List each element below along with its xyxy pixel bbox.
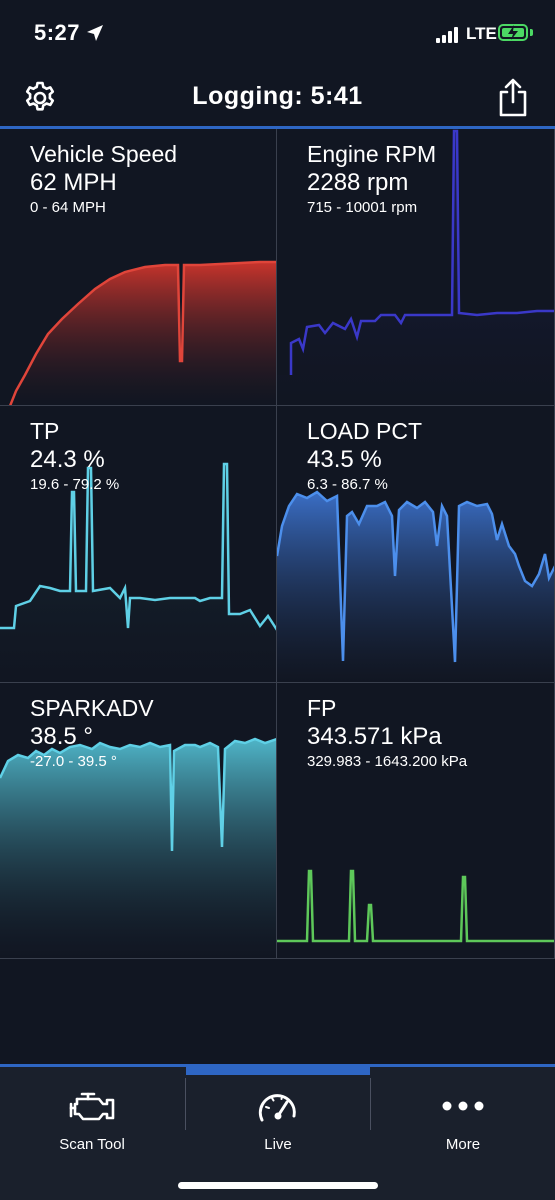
gauge-value: 43.5 % [307, 446, 382, 473]
tab-label: More [445, 1136, 481, 1153]
gauge-grid: Vehicle Speed 62 MPH 0 - 64 MPH Engine R… [0, 129, 555, 959]
gauge-tp[interactable]: TP 24.3 % 19.6 - 79.2 % [0, 406, 277, 683]
home-indicator [178, 1182, 378, 1189]
charging-bolt-icon [508, 25, 518, 40]
gauge-value: 2288 rpm [307, 169, 409, 196]
gauge-icon [258, 1094, 296, 1122]
status-time: 5:27 [34, 20, 81, 45]
gauge-range: 0 - 64 MPH [30, 199, 106, 216]
gauge-engine-rpm[interactable]: Engine RPM 2288 rpm 715 - 10001 rpm [277, 129, 555, 406]
app-header: Logging: 5:41 [0, 70, 555, 128]
gauge-value: 343.571 kPa [307, 723, 442, 750]
gauge-range: 715 - 10001 rpm [307, 199, 418, 216]
gauge-range: 19.6 - 79.2 % [30, 476, 120, 493]
gauge-name: LOAD PCT [307, 418, 423, 444]
gauge-name: Vehicle Speed [30, 141, 178, 167]
gauge-vehicle-speed[interactable]: Vehicle Speed 62 MPH 0 - 64 MPH [0, 129, 277, 406]
gauge-name: TP [30, 418, 60, 444]
tab-label: Scan Tool [59, 1136, 125, 1153]
engine-icon [69, 1092, 115, 1121]
status-bar: 5:27 LTE [0, 0, 555, 70]
gauge-value: 38.5 ° [30, 723, 93, 750]
gauge-value: 24.3 % [30, 446, 105, 473]
tab-more[interactable]: More [371, 1078, 555, 1168]
more-icon [442, 1101, 484, 1111]
page-title: Logging: 5:41 [192, 82, 363, 110]
gauge-range: -27.0 - 39.5 ° [30, 753, 117, 770]
gauge-range: 329.983 - 1643.200 kPa [307, 753, 468, 770]
share-icon[interactable] [497, 78, 529, 118]
gauge-name: Engine RPM [307, 141, 437, 167]
gauge-value: 62 MPH [30, 169, 117, 196]
gauge-name: FP [307, 695, 337, 721]
tab-label: Live [264, 1136, 292, 1153]
tab-bar: Scan Tool Live More [0, 1064, 555, 1200]
gauge-fp[interactable]: FP 343.571 kPa 329.983 - 1643.200 kPa [277, 683, 555, 959]
gauge-name: SPARKADV [30, 695, 154, 721]
location-arrow-icon [87, 25, 103, 41]
gauge-range: 6.3 - 86.7 % [307, 476, 388, 493]
gauge-load-pct[interactable]: LOAD PCT 43.5 % 6.3 - 86.7 % [277, 406, 555, 683]
gauge-sparkadv[interactable]: SPARKADV 38.5 ° -27.0 - 39.5 ° [0, 683, 277, 959]
carrier-label: LTE [466, 24, 497, 43]
cellular-signal-icon [436, 27, 462, 43]
tab-scan-tool[interactable]: Scan Tool [0, 1078, 184, 1168]
tab-live[interactable]: Live [186, 1078, 370, 1168]
active-tab-indicator [186, 1067, 370, 1075]
